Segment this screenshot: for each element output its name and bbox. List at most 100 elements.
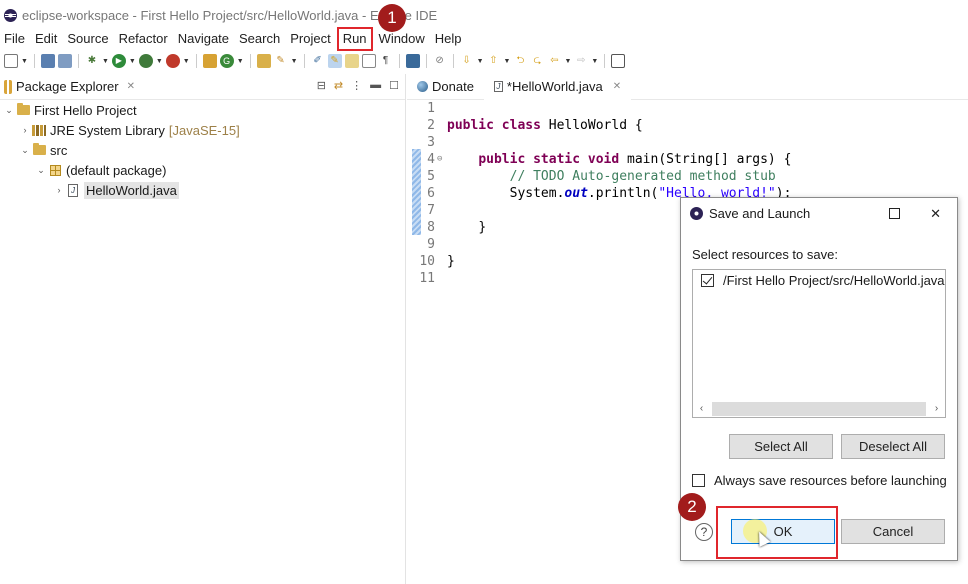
next-annotation-icon[interactable]: ⇩ (460, 54, 474, 68)
chevron-down-icon[interactable]: ▼ (183, 58, 190, 65)
close-icon[interactable]: ✕ (127, 81, 135, 92)
tree-item-file[interactable]: › J HelloWorld.java (0, 180, 405, 200)
always-save-checkbox[interactable] (692, 474, 705, 487)
chevron-down-icon[interactable]: ▼ (156, 58, 163, 65)
debug-icon[interactable]: ✱ (85, 54, 99, 68)
previous-annotation-icon[interactable]: ⇧ (487, 54, 501, 68)
chevron-right-icon[interactable]: › (52, 185, 66, 195)
menu-bar: File Edit Source Refactor Navigate Searc… (0, 27, 467, 51)
view-menu-icon[interactable]: ⋮ (351, 79, 362, 92)
eclipse-logo-icon (690, 207, 703, 220)
chevron-down-icon[interactable]: ⌄ (34, 165, 48, 176)
maximize-icon[interactable] (889, 208, 901, 219)
chevron-right-icon[interactable]: › (18, 125, 32, 135)
code-line: 1 (407, 100, 968, 117)
fold-icon[interactable]: ⊖ (437, 151, 447, 168)
link-with-editor-icon[interactable]: ⇄ (334, 79, 343, 92)
tree-item-src[interactable]: ⌄ src (0, 140, 405, 160)
tab-donate[interactable]: Donate (407, 74, 484, 100)
chevron-down-icon[interactable]: ▼ (504, 58, 511, 65)
menu-navigate[interactable]: Navigate (173, 29, 234, 49)
dialog-title: Save and Launch (709, 206, 811, 221)
chevron-down-icon[interactable]: ▼ (564, 58, 571, 65)
resource-checkbox[interactable] (701, 274, 714, 287)
chevron-down-icon[interactable]: ▼ (237, 58, 244, 65)
chevron-down-icon[interactable]: ▼ (102, 58, 109, 65)
close-icon[interactable]: ✕ (613, 81, 621, 92)
chevron-down-icon[interactable]: ▼ (129, 58, 136, 65)
toggle-highlight-icon[interactable]: ✎ (327, 54, 342, 68)
toggle-mark-occurrences-icon[interactable]: ✐ (311, 54, 325, 68)
chevron-down-icon[interactable]: ⌄ (2, 105, 16, 116)
maximize-icon[interactable]: ☐ (389, 79, 399, 92)
last-edit-location-icon[interactable]: ⮌ (513, 54, 527, 68)
pin-editor-icon[interactable] (611, 54, 626, 68)
package-explorer-title[interactable]: Package Explorer (16, 79, 119, 94)
menu-search[interactable]: Search (234, 29, 285, 49)
dialog-title-bar: Save and Launch ✕ (681, 198, 957, 229)
ok-highlight-box (716, 506, 838, 559)
chevron-right-icon[interactable]: › (928, 403, 945, 414)
menu-run[interactable]: Run (336, 27, 373, 51)
block-selection-icon[interactable] (344, 54, 359, 68)
collapse-all-icon[interactable]: ⊟ (317, 79, 326, 92)
always-save-option[interactable]: Always save resources before launching (692, 473, 947, 488)
close-icon[interactable]: ✕ (930, 206, 941, 222)
menu-window[interactable]: Window (374, 29, 430, 49)
tree-item-package[interactable]: ⌄ (default package) (0, 160, 405, 180)
tree-item-jre[interactable]: › JRE System Library [JavaSE-15] (0, 120, 405, 140)
line-number: 1 (427, 101, 435, 116)
tab-helloworld[interactable]: J *HelloWorld.java ✕ (483, 74, 632, 100)
menu-project[interactable]: Project (285, 29, 335, 49)
tree-label-package: (default package) (66, 162, 167, 178)
toolbar-separator (425, 54, 427, 68)
chevron-left-icon[interactable]: ‹ (693, 403, 710, 414)
package-explorer-view: Package Explorer ✕ ⊟ ⇄ ⋮ ▬ ☐ ⌄ First Hel… (0, 74, 406, 584)
tree-item-project[interactable]: ⌄ First Hello Project (0, 100, 405, 120)
new-class-icon[interactable]: G (219, 54, 234, 68)
horizontal-scrollbar[interactable]: ‹ › (693, 400, 945, 417)
coverage-icon[interactable] (138, 54, 153, 68)
globe-icon (417, 81, 428, 92)
deselect-all-button[interactable]: Deselect All (841, 434, 945, 459)
search-icon[interactable]: ✎ (274, 54, 288, 68)
menu-file[interactable]: File (0, 29, 30, 49)
code-text: } (478, 220, 487, 235)
new-icon[interactable] (4, 54, 18, 68)
menu-source[interactable]: Source (62, 29, 113, 49)
external-tools-icon[interactable] (165, 54, 180, 68)
help-icon[interactable]: ? (695, 523, 713, 541)
scrollbar-thumb[interactable] (712, 401, 926, 416)
open-type-icon[interactable] (256, 54, 271, 68)
save-all-icon[interactable] (57, 54, 72, 68)
minimize-icon[interactable]: ▬ (370, 79, 381, 92)
code-text: } (447, 254, 455, 269)
show-source-icon[interactable] (361, 54, 376, 68)
new-java-project-icon[interactable] (202, 54, 217, 68)
menu-help[interactable]: Help (430, 29, 467, 49)
eclipse-logo-icon (4, 8, 17, 22)
show-whitespace-icon[interactable]: ¶ (379, 54, 393, 68)
select-all-button[interactable]: Select All (729, 434, 833, 459)
chevron-down-icon[interactable]: ⌄ (18, 145, 32, 156)
save-icon[interactable] (40, 54, 55, 68)
back-icon[interactable]: ⇦ (547, 54, 561, 68)
toolbar-separator (452, 54, 454, 68)
skip-breakpoints-icon[interactable]: ⊘ (433, 54, 447, 68)
java-file-icon: J (66, 183, 80, 197)
cancel-button[interactable]: Cancel (841, 519, 945, 544)
list-item[interactable]: /First Hello Project/src/HelloWorld.java (693, 270, 945, 291)
tree-label-jre-version: [JavaSE-15] (168, 122, 240, 138)
chevron-down-icon[interactable]: ▼ (591, 58, 598, 65)
forward-icon[interactable]: ⇨ (574, 54, 588, 68)
chevron-down-icon[interactable]: ▼ (477, 58, 484, 65)
step-marker-2: 2 (678, 493, 706, 521)
run-icon[interactable]: ▶ (111, 54, 126, 68)
chevron-down-icon[interactable]: ▼ (21, 58, 28, 65)
chevron-down-icon[interactable]: ▼ (291, 58, 298, 65)
menu-edit[interactable]: Edit (30, 29, 62, 49)
resource-list[interactable]: /First Hello Project/src/HelloWorld.java… (692, 269, 946, 418)
console-icon[interactable] (405, 54, 420, 68)
next-edit-location-icon[interactable]: ⮎ (530, 54, 544, 68)
menu-refactor[interactable]: Refactor (114, 29, 173, 49)
